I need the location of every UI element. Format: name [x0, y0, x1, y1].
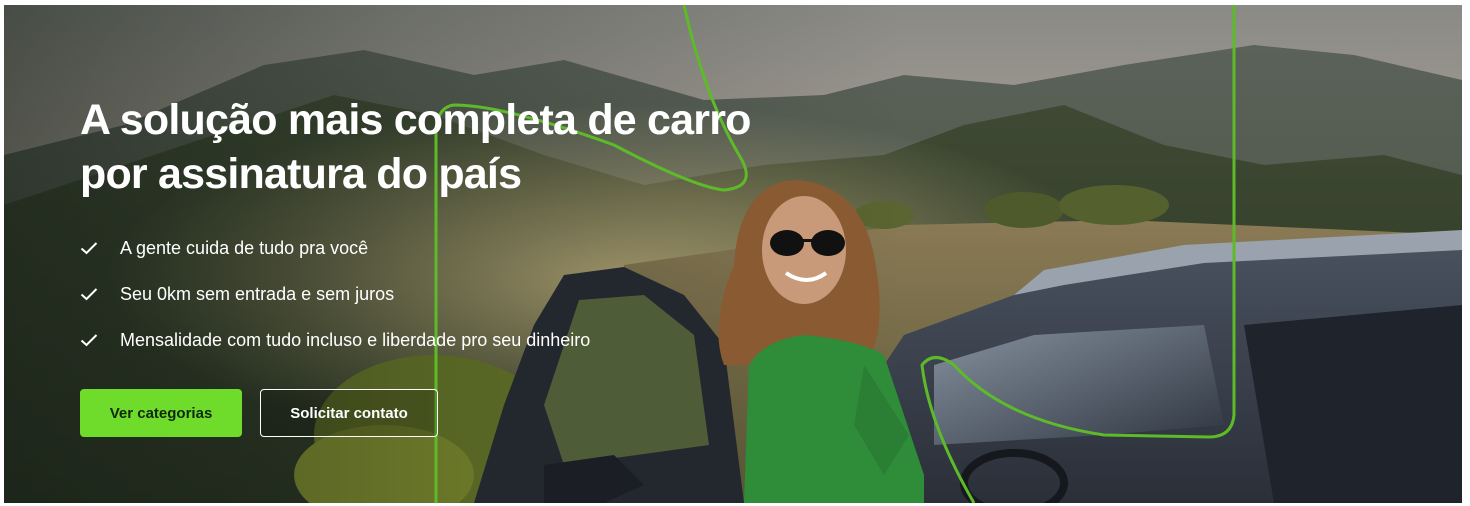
benefit-text: Mensalidade com tudo incluso e liberdade…: [120, 329, 591, 350]
ver-categorias-button[interactable]: Ver categorias: [80, 389, 242, 437]
benefit-text: Seu 0km sem entrada e sem juros: [120, 283, 395, 304]
benefit-item: Seu 0km sem entrada e sem juros: [80, 271, 860, 317]
benefits-list: A gente cuida de tudo pra você Seu 0km s…: [80, 225, 860, 363]
check-icon: [80, 287, 102, 301]
hero-headline: A solução mais completa de carro por ass…: [80, 93, 860, 201]
hero-content: A solução mais completa de carro por ass…: [80, 93, 860, 437]
benefit-text: A gente cuida de tudo pra você: [120, 237, 369, 258]
check-icon: [80, 333, 102, 347]
solicitar-contato-button[interactable]: Solicitar contato: [260, 389, 438, 437]
hero-actions: Ver categorias Solicitar contato: [80, 389, 860, 437]
benefit-item: A gente cuida de tudo pra você: [80, 225, 860, 271]
check-icon: [80, 241, 102, 255]
hero-banner: A solução mais completa de carro por ass…: [4, 5, 1462, 503]
benefit-item: Mensalidade com tudo incluso e liberdade…: [80, 317, 860, 363]
hero-headline-line-2: por assinatura do país: [80, 150, 522, 198]
hero-headline-line-1: A solução mais completa de carro: [80, 96, 751, 144]
